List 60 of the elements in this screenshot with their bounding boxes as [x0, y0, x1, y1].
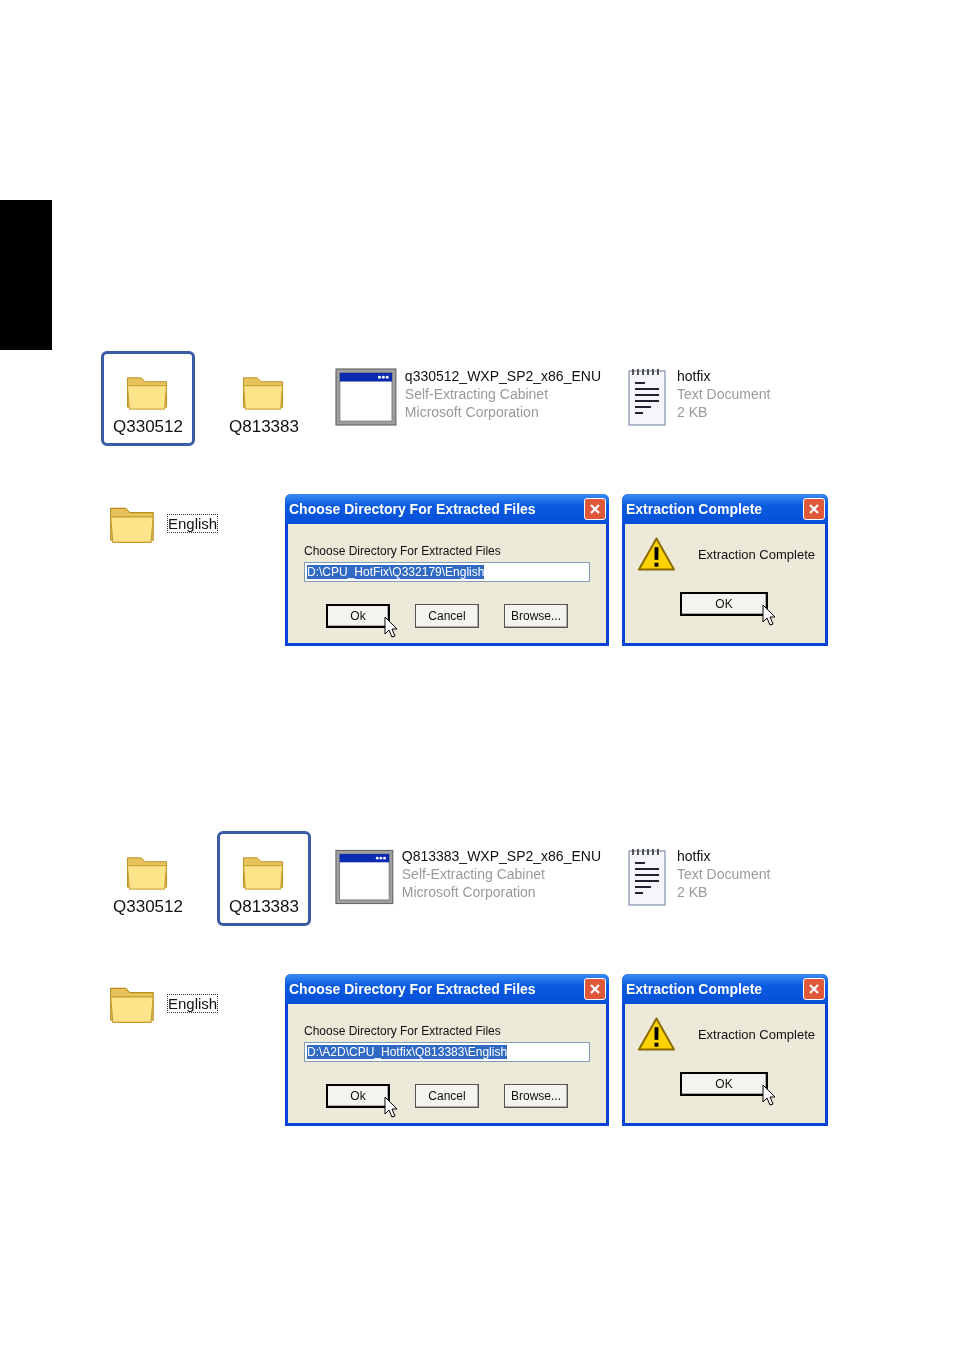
close-icon [808, 503, 820, 515]
file-name[interactable]: q330512_WXP_SP2_x86_ENU [404, 367, 601, 385]
path-field[interactable]: D:\CPU_HotFix\Q332179\English [304, 562, 590, 582]
dialog-button[interactable]: Ok [326, 604, 390, 628]
mouse-pointer-icon [762, 604, 776, 626]
dialog-button[interactable]: OK [680, 1072, 768, 1096]
close-button[interactable] [803, 498, 825, 520]
file-type: Text Document [677, 865, 771, 883]
field-label: Choose Directory For Extracted Files [304, 1024, 502, 1038]
window-title: Choose Directory For Extracted Files [289, 501, 536, 517]
close-button[interactable] [584, 978, 606, 1000]
application-window-icon [335, 367, 397, 427]
folder-name[interactable]: English [168, 994, 218, 1012]
file-detail: Microsoft Corporation [404, 403, 540, 421]
window-title: Extraction Complete [626, 981, 763, 997]
warning-icon [637, 536, 676, 572]
file-name[interactable]: Q813383_WXP_SP2_x86_ENU [401, 847, 601, 865]
dialog-button[interactable]: Ok [326, 1084, 390, 1108]
close-button[interactable] [803, 978, 825, 1000]
notepad-icon [627, 367, 669, 427]
window-title: Extraction Complete [626, 501, 763, 517]
file-name[interactable]: hotfix [677, 367, 771, 385]
folder-name: Q813383 [229, 897, 299, 917]
folder-item[interactable]: Q330512 [101, 351, 195, 446]
dialog-button[interactable]: OK [680, 592, 768, 616]
path-text: D:\CPU_HotFix\Q332179\English [307, 565, 485, 579]
file-detail: Microsoft Corporation [401, 883, 537, 901]
file-type: Self-Extracting Cabinet [401, 865, 546, 883]
folder-name: Q330512 [113, 897, 183, 917]
close-icon [808, 983, 820, 995]
file-type: Self-Extracting Cabinet [404, 385, 550, 403]
mouse-pointer-icon [384, 616, 398, 638]
dialog-button[interactable]: Cancel [415, 1084, 479, 1108]
file-name[interactable]: hotfix [677, 847, 771, 865]
mouse-pointer-icon [762, 1084, 776, 1106]
folder-name: Q813383 [229, 417, 299, 437]
file-detail: 2 KB [677, 403, 709, 421]
path-field[interactable]: D:\A2D\CPU_Hotfix\Q813383\English [304, 1042, 590, 1062]
close-button[interactable] [584, 498, 606, 520]
message-text: Extraction Complete [697, 546, 815, 562]
file-detail: 2 KB [677, 883, 709, 901]
warning-icon [637, 1016, 676, 1052]
field-label: Choose Directory For Extracted Files [304, 544, 502, 558]
folder-name[interactable]: English [168, 514, 218, 532]
close-icon [589, 983, 601, 995]
file-type: Text Document [677, 385, 771, 403]
folder-item[interactable]: Q330512 [101, 831, 195, 926]
close-icon [589, 503, 601, 515]
mouse-pointer-icon [384, 1096, 398, 1118]
path-text: D:\A2D\CPU_Hotfix\Q813383\English [307, 1045, 508, 1059]
folder-name: Q330512 [113, 417, 183, 437]
folder-item[interactable]: Q813383 [217, 351, 311, 446]
window-title: Choose Directory For Extracted Files [289, 981, 536, 997]
folder-item[interactable]: Q813383 [217, 831, 311, 926]
dialog-button[interactable]: Cancel [415, 604, 479, 628]
application-window-icon [335, 847, 394, 907]
dialog-button[interactable]: Browse... [504, 1084, 568, 1108]
dialog-button[interactable]: Browse... [504, 604, 568, 628]
message-text: Extraction Complete [697, 1026, 815, 1042]
notepad-icon [627, 847, 669, 907]
